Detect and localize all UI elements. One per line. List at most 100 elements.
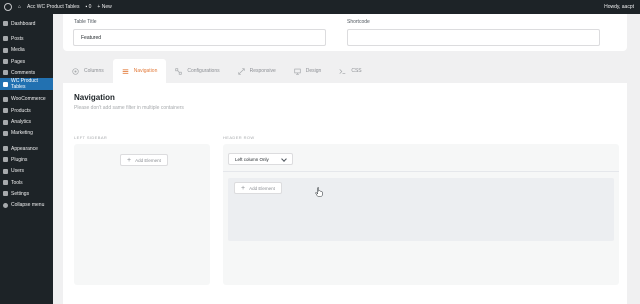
- table-title-input[interactable]: Featured: [73, 29, 326, 46]
- tab-label: CSS: [351, 68, 362, 74]
- sidebar-item-analytics[interactable]: Analytics: [0, 116, 53, 127]
- main-content: Table Title Featured Shortcode Columns N…: [53, 14, 640, 304]
- sidebar-item-label: Dashboard: [11, 20, 36, 27]
- home-icon: ⌂: [18, 4, 22, 10]
- sidebar-item-label: Tools: [11, 179, 23, 186]
- users-icon: [3, 168, 8, 174]
- pages-icon: [3, 59, 8, 65]
- tab-label: Configurations: [187, 68, 220, 74]
- sidebar-item-wc-product-tables[interactable]: WC Product Tables: [0, 78, 56, 91]
- sidebar-item-media[interactable]: Media: [0, 45, 53, 56]
- sidebar-item-appearance[interactable]: Appearance: [0, 143, 53, 154]
- browser-frame: ⌂ Acc WC Product Tables ▪ 0 + New Howdy,…: [0, 0, 640, 304]
- responsive-icon: [237, 67, 245, 75]
- columns-icon: [72, 67, 79, 75]
- tab-label: Responsive: [249, 68, 276, 74]
- header-row-label: HEADER ROW: [223, 135, 255, 140]
- sidebar-item-label: Media: [11, 47, 25, 54]
- sidebar-item-label: Collapse menu: [11, 202, 45, 209]
- header-row-drop-zone[interactable]: + Add Element: [228, 178, 614, 241]
- chevron-down-icon: [281, 156, 287, 162]
- dashboard-icon: [3, 21, 8, 27]
- left-sidebar-container: + Add Element: [74, 144, 210, 285]
- tab-navigation[interactable]: Navigation: [112, 59, 167, 83]
- tab-label: Design: [305, 68, 322, 74]
- tab-columns[interactable]: Columns: [63, 59, 113, 83]
- sidebar-item-label: Appearance: [11, 145, 38, 152]
- wordpress-logo-icon[interactable]: [4, 3, 12, 11]
- sidebar-item-plugins[interactable]: Plugins: [0, 154, 53, 165]
- admin-bar: ⌂ Acc WC Product Tables ▪ 0 + New Howdy,…: [0, 0, 640, 14]
- settings-tabs: Columns Navigation Configurations Respon…: [63, 59, 627, 83]
- sidebar-item-woocommerce[interactable]: WooCommerce: [0, 94, 53, 105]
- tab-design[interactable]: Design: [285, 59, 331, 83]
- header-layout-select[interactable]: Left column Only: [228, 153, 293, 165]
- plus-icon: +: [241, 184, 246, 192]
- sidebar-item-label: WooCommerce: [11, 96, 46, 103]
- tab-responsive[interactable]: Responsive: [229, 59, 285, 83]
- sidebar-item-label: WC Product Tables: [11, 78, 38, 91]
- shortcode-input[interactable]: [347, 29, 600, 46]
- tools-icon: [3, 180, 8, 185]
- header-row-container: Left column Only + Add Element: [223, 144, 619, 285]
- sidebar-item-settings[interactable]: Settings: [0, 188, 53, 199]
- comments-link[interactable]: ▪ 0: [85, 0, 91, 14]
- sidebar-item-marketing[interactable]: Marketing: [0, 128, 53, 139]
- collapse-menu-button[interactable]: Collapse menu: [0, 199, 53, 210]
- sidebar-item-label: Analytics: [11, 119, 32, 126]
- site-name-link[interactable]: Acc WC Product Tables: [27, 0, 79, 14]
- products-icon: [3, 108, 8, 114]
- comment-icon: [3, 70, 8, 76]
- header-layout-select-value: Left column Only: [235, 156, 269, 162]
- sidebar-item-pages[interactable]: Pages: [0, 56, 53, 67]
- sidebar-item-label: Posts: [11, 35, 24, 42]
- sidebar-item-label: Plugins: [11, 156, 28, 163]
- divider: [223, 171, 619, 172]
- sidebar-item-label: Pages: [11, 58, 26, 65]
- plus-icon: +: [127, 156, 132, 164]
- shortcode-label: Shortcode: [347, 19, 370, 25]
- sidebar-item-label: Settings: [11, 190, 30, 197]
- table-title-label: Table Title: [74, 19, 97, 25]
- css-icon: [339, 68, 346, 74]
- sidebar-item-posts[interactable]: Posts: [0, 33, 53, 44]
- settings-icon: [3, 191, 8, 197]
- howdy-account-link[interactable]: Howdy, aacpt: [604, 0, 634, 14]
- sidebar-item-products[interactable]: Products: [0, 105, 53, 116]
- left-sidebar-add-element-button[interactable]: + Add Element: [120, 154, 168, 166]
- panel-title: Navigation: [74, 93, 115, 102]
- sidebar-item-tools[interactable]: Tools: [0, 177, 53, 188]
- analytics-icon: [3, 119, 8, 125]
- left-sidebar-label: LEFT SIDEBAR: [74, 135, 108, 140]
- new-content-link[interactable]: + New: [97, 0, 111, 14]
- plugins-icon: [3, 157, 8, 163]
- configurations-icon: [175, 67, 183, 75]
- hand-cursor-icon: [315, 187, 323, 197]
- add-element-label: Add Element: [135, 157, 161, 163]
- tab-configurations[interactable]: Configurations: [166, 59, 228, 83]
- table-settings-card: Table Title Featured Shortcode: [63, 14, 627, 51]
- admin-sidebar: Dashboard Posts Media Pages Comments WC …: [0, 14, 56, 304]
- tab-label: Columns: [84, 68, 104, 74]
- woocommerce-icon: [3, 96, 8, 102]
- design-icon: [294, 68, 301, 75]
- pin-icon: [3, 36, 8, 42]
- comments-count: 0: [88, 4, 92, 10]
- sidebar-item-label: Products: [11, 107, 31, 114]
- sidebar-item-comments[interactable]: Comments: [0, 67, 53, 78]
- tab-css[interactable]: CSS: [330, 59, 370, 83]
- sidebar-item-dashboard[interactable]: Dashboard: [0, 18, 53, 29]
- add-element-label: Add Element: [249, 185, 275, 191]
- sidebar-item-label: Comments: [11, 69, 36, 76]
- panel-subtitle: Please don't add same filter in multiple…: [74, 105, 184, 111]
- marketing-icon: [3, 130, 8, 136]
- appearance-icon: [3, 146, 8, 152]
- media-icon: [3, 47, 8, 53]
- navigation-panel: Navigation Please don't add same filter …: [63, 83, 627, 304]
- sidebar-item-label: Marketing: [11, 130, 33, 137]
- sidebar-item-users[interactable]: Users: [0, 166, 53, 177]
- navigation-icon: [122, 68, 129, 74]
- header-row-add-element-button[interactable]: + Add Element: [234, 182, 282, 194]
- collapse-icon: [3, 202, 8, 208]
- tab-label: Navigation: [133, 68, 158, 74]
